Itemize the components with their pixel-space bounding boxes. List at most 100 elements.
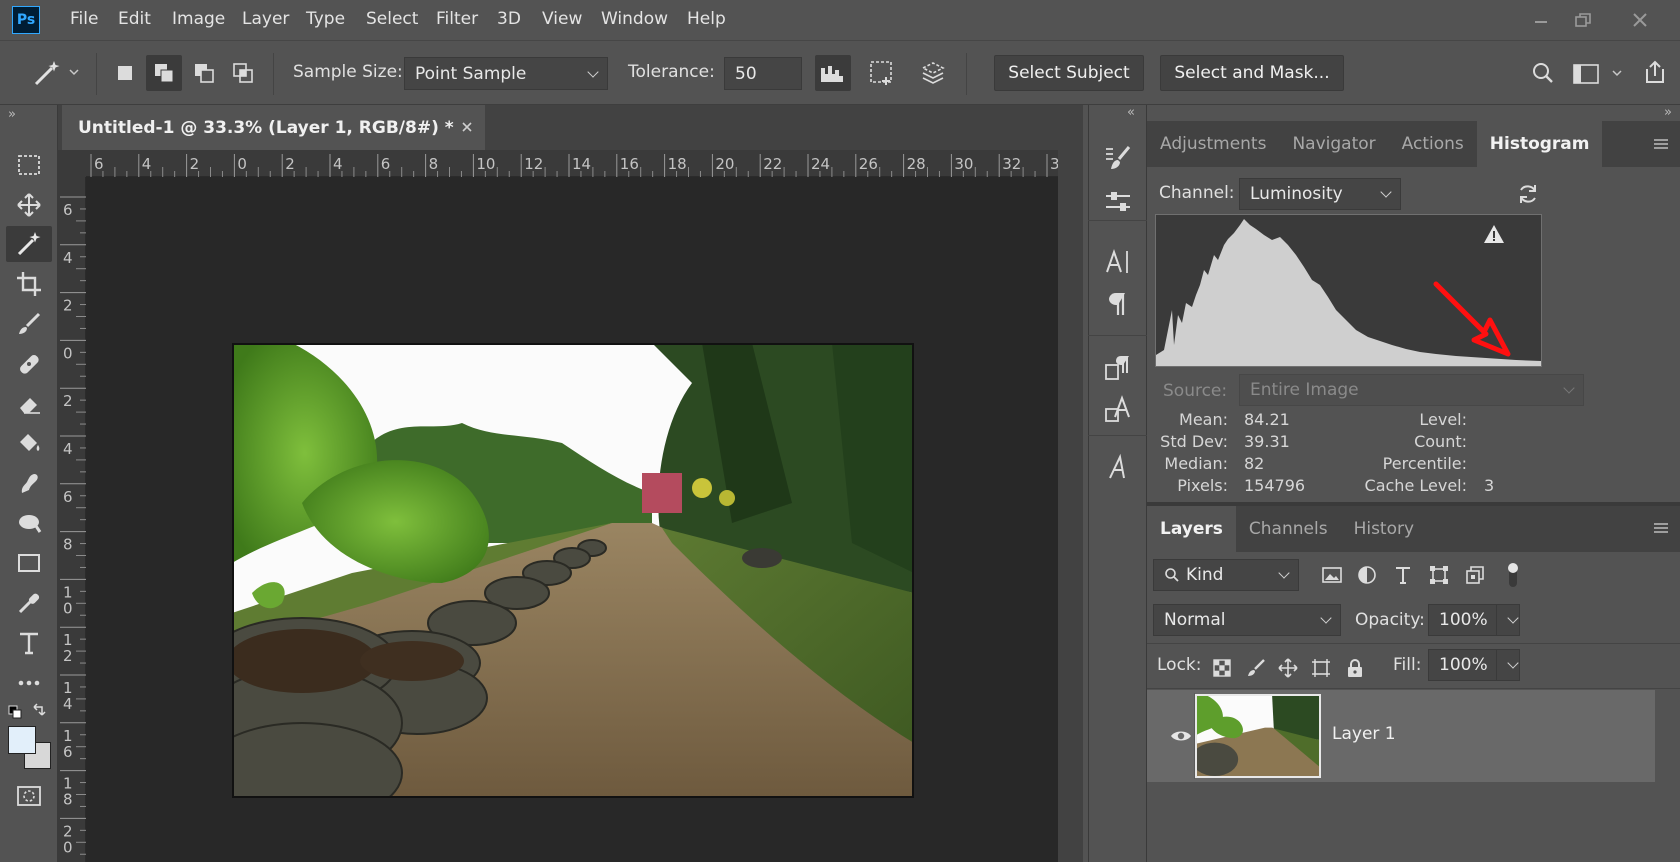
menu-type[interactable]: Type (306, 9, 345, 29)
tolerance-input[interactable]: 50 (724, 57, 802, 90)
glyphs-panel-button[interactable] (1100, 450, 1136, 486)
opacity-slider-button[interactable] (1496, 604, 1520, 636)
ruler-origin[interactable] (58, 150, 86, 177)
lock-transparent-pixels[interactable] (1208, 654, 1236, 682)
add-to-selection-button[interactable] (146, 55, 182, 91)
tab-layers[interactable]: Layers (1147, 506, 1236, 552)
fill-slider-button[interactable] (1496, 649, 1520, 681)
layer-thumbnail[interactable] (1195, 694, 1321, 778)
paragraph-panel-button[interactable] (1100, 286, 1136, 322)
menu-3d[interactable]: 3D (497, 9, 521, 29)
layer-row[interactable]: Layer 1 (1147, 690, 1655, 782)
collapse-panels-icon[interactable]: » (1664, 105, 1672, 120)
quick-mask-button[interactable] (6, 778, 52, 814)
paragraph-styles-panel-button[interactable] (1100, 350, 1136, 386)
source-dropdown[interactable]: Entire Image (1239, 374, 1584, 406)
brush-tool[interactable] (6, 306, 52, 342)
foreground-color-swatch[interactable] (8, 726, 36, 754)
tab-navigator[interactable]: Navigator (1279, 121, 1388, 167)
tab-adjustments[interactable]: Adjustments (1147, 121, 1279, 167)
restore-button[interactable] (1565, 6, 1601, 34)
share-button[interactable] (1638, 55, 1672, 89)
vertical-ruler[interactable]: 64202468101214161820 (58, 177, 86, 862)
more-tools-button[interactable] (6, 665, 52, 701)
tab-actions[interactable]: Actions (1389, 121, 1477, 167)
menu-view[interactable]: View (542, 9, 582, 29)
minimize-button[interactable] (1523, 6, 1559, 34)
menu-help[interactable]: Help (687, 9, 726, 29)
shape-tool[interactable] (6, 545, 52, 581)
select-and-mask-button[interactable]: Select and Mask... (1160, 55, 1344, 91)
lock-all[interactable] (1341, 654, 1369, 682)
layer-filter-kind-dropdown[interactable]: Kind (1153, 559, 1299, 591)
lock-image-pixels[interactable] (1242, 654, 1270, 682)
eraser-tool[interactable] (6, 386, 52, 422)
type-tool[interactable] (6, 625, 52, 661)
move-tool[interactable] (6, 187, 52, 223)
ruler-label: 30 (954, 155, 973, 173)
refresh-histogram-button[interactable] (1514, 180, 1542, 208)
workspace-switcher[interactable] (1570, 57, 1628, 89)
subtract-from-selection-button[interactable] (187, 57, 221, 89)
document-tab[interactable]: Untitled-1 @ 33.3% (Layer 1, RGB/8#) * (62, 105, 485, 150)
menu-window[interactable]: Window (601, 9, 668, 29)
menu-filter[interactable]: Filter (436, 9, 478, 29)
canvas-image[interactable] (232, 343, 914, 798)
select-subject-button[interactable]: Select Subject (994, 55, 1144, 91)
magic-wand-tool[interactable] (6, 226, 52, 262)
default-colors-icon[interactable] (8, 705, 22, 719)
layer-filter-toggle[interactable] (1498, 560, 1528, 590)
document-scrollbar[interactable] (1058, 150, 1083, 862)
close-window-button[interactable] (1622, 6, 1658, 34)
tab-channels[interactable]: Channels (1236, 506, 1341, 552)
layer-name[interactable]: Layer 1 (1332, 724, 1396, 744)
histogram-panel-menu[interactable] (1649, 134, 1673, 154)
chevron-down-icon (1506, 612, 1519, 624)
horizontal-ruler[interactable]: 6 4 2 0 2 4 6 8 10 12 14 16 18 20 22 24 26 28 30 32 3 (86, 150, 1063, 177)
menu-select[interactable]: Select (366, 9, 418, 29)
search-button[interactable] (1527, 57, 1559, 89)
filter-type-layers[interactable] (1388, 560, 1418, 590)
tab-histogram[interactable]: Histogram (1476, 121, 1603, 167)
chevron-down-icon (1506, 657, 1519, 669)
rectangular-marquee-icon (18, 155, 40, 175)
sample-size-dropdown[interactable]: Point Sample (404, 57, 608, 90)
character-panel-button[interactable] (1100, 244, 1136, 280)
lock-artboards[interactable] (1307, 654, 1335, 682)
expand-dock-icon[interactable]: « (1127, 105, 1135, 120)
brush-settings-panel-button[interactable] (1100, 184, 1136, 220)
menu-file[interactable]: File (70, 9, 98, 29)
paint-bucket-tool[interactable] (6, 425, 52, 461)
menu-layer[interactable]: Layer (242, 9, 289, 29)
filter-adjustment-layers[interactable] (1352, 560, 1382, 590)
menu-edit[interactable]: Edit (118, 9, 151, 29)
crop-tool[interactable] (6, 266, 52, 302)
anti-alias-toggle[interactable] (815, 55, 851, 91)
character-styles-panel-button[interactable] (1100, 392, 1136, 428)
intersect-selection-button[interactable] (226, 57, 260, 89)
swap-colors-icon[interactable] (33, 703, 46, 716)
tab-history[interactable]: History (1341, 506, 1427, 552)
layers-panel-menu[interactable] (1649, 518, 1673, 538)
lock-position[interactable] (1274, 654, 1302, 682)
contiguous-toggle[interactable] (865, 55, 901, 91)
filter-shape-layers[interactable] (1424, 560, 1454, 590)
filter-smart-objects[interactable] (1460, 560, 1490, 590)
character-styles-icon (1105, 395, 1130, 422)
eyedropper-tool[interactable] (6, 585, 52, 621)
magic-wand-preset-picker[interactable] (28, 55, 84, 91)
close-tab-icon[interactable] (460, 120, 474, 134)
new-selection-button[interactable] (110, 57, 140, 89)
dodge-tool[interactable] (6, 505, 52, 541)
layer-visibility-toggle[interactable] (1167, 722, 1195, 750)
marquee-tool[interactable] (6, 147, 52, 183)
brush-presets-panel-button[interactable] (1100, 140, 1136, 176)
collapse-toolbar-icon[interactable]: » (8, 107, 16, 122)
filter-pixel-layers[interactable] (1317, 560, 1347, 590)
blend-mode-dropdown[interactable]: Normal (1153, 604, 1341, 636)
menu-image[interactable]: Image (172, 9, 225, 29)
smudge-tool[interactable] (6, 465, 52, 501)
channel-dropdown[interactable]: Luminosity (1239, 178, 1401, 210)
healing-brush-tool[interactable] (6, 346, 52, 382)
sample-all-layers-toggle[interactable] (915, 55, 951, 91)
